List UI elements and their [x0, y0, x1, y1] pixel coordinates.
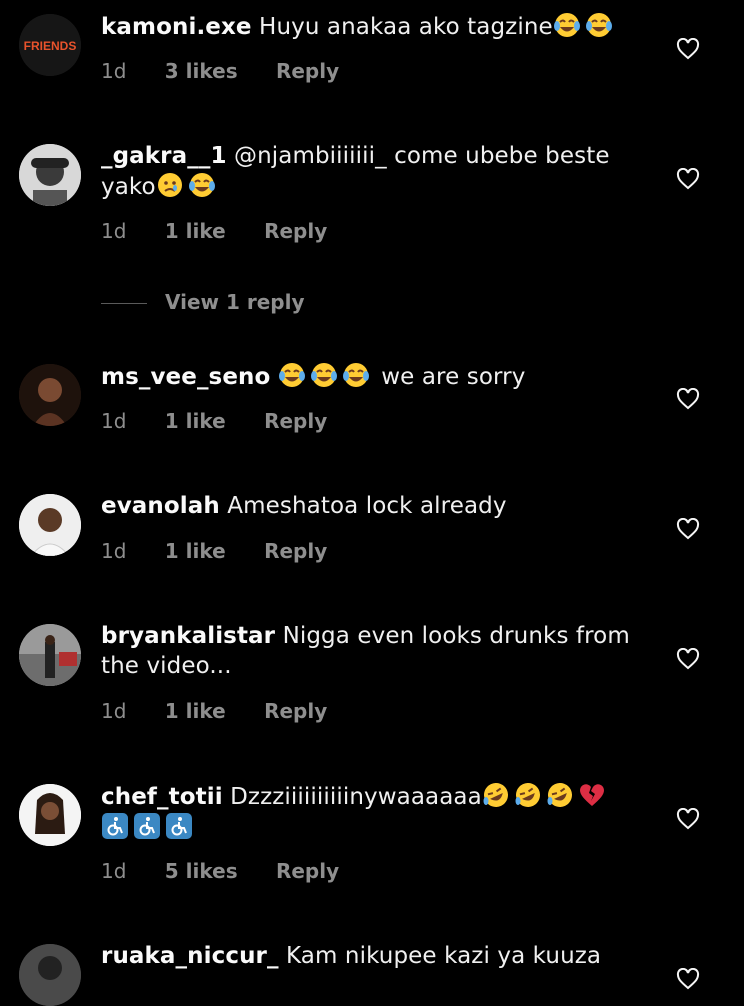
- wheelchair-emoji-icon: [165, 812, 193, 840]
- comment-text: bryankalistar Nigga even looks drunks fr…: [101, 621, 661, 681]
- like-heart-icon[interactable]: [676, 388, 700, 410]
- reply-button[interactable]: Reply: [264, 409, 327, 433]
- like-heart-icon[interactable]: [676, 808, 700, 830]
- like-heart-icon[interactable]: [676, 518, 700, 540]
- comment-meta: 1d 3 likes Reply: [101, 59, 371, 83]
- comment-text: _gakra__1 @njambiiiiiii_ come ubebe best…: [101, 141, 661, 202]
- comment-text: evanolah Ameshatoa lock already: [101, 491, 661, 521]
- comment-meta: 1d 1 like Reply: [101, 539, 359, 563]
- like-heart-icon[interactable]: [676, 968, 700, 990]
- reply-button[interactable]: Reply: [276, 859, 339, 883]
- friends-logo-icon: FRIENDS: [19, 14, 81, 76]
- laugh-cry-emoji-icon: [585, 11, 613, 39]
- laugh-cry-emoji-icon: [342, 361, 370, 389]
- likes-count[interactable]: 5 likes: [165, 859, 238, 883]
- comment-meta: 1d 5 likes Reply: [101, 859, 371, 883]
- rofl-emoji-icon: [546, 781, 574, 809]
- divider: [101, 303, 147, 304]
- view-replies-label: View 1 reply: [165, 290, 305, 314]
- comment-meta: 1d 1 like Reply: [101, 699, 359, 723]
- laugh-cry-emoji-icon: [188, 171, 216, 199]
- user-photo-icon: [19, 364, 81, 426]
- likes-count[interactable]: 1 like: [165, 699, 226, 723]
- wheelchair-emoji-icon: [133, 812, 161, 840]
- username[interactable]: chef_totii: [101, 784, 223, 810]
- comment-meta: 1d 1 like Reply: [101, 409, 359, 433]
- reply-button[interactable]: Reply: [264, 699, 327, 723]
- username[interactable]: _gakra__1: [101, 143, 227, 169]
- avatar[interactable]: [19, 494, 81, 556]
- avatar[interactable]: [19, 944, 81, 1006]
- comment-text: chef_totii Dzzziiiiiiiiiinywaaaaaa: [101, 781, 661, 843]
- user-photo-icon: [19, 494, 81, 556]
- timestamp: 1d: [101, 539, 127, 563]
- comment-body: Huyu anakaa ako tagzine: [259, 14, 553, 40]
- avatar[interactable]: [19, 624, 81, 686]
- comment-meta: 1d 1 like Reply: [101, 219, 359, 243]
- timestamp: 1d: [101, 219, 127, 243]
- timestamp: 1d: [101, 59, 127, 83]
- rofl-emoji-icon: [482, 781, 510, 809]
- comment-text: ms_vee_seno we are sorry: [101, 361, 661, 392]
- reply-button[interactable]: Reply: [276, 59, 339, 83]
- username[interactable]: ms_vee_seno: [101, 364, 270, 390]
- svg-text:FRIENDS: FRIENDS: [24, 39, 77, 53]
- like-heart-icon[interactable]: [676, 648, 700, 670]
- comment-body: Ameshatoa lock already: [227, 493, 507, 519]
- username[interactable]: ruaka_niccur_: [101, 943, 279, 969]
- comment-body: we are sorry: [381, 364, 526, 390]
- broken-heart-emoji-icon: [578, 781, 606, 809]
- avatar[interactable]: [19, 364, 81, 426]
- user-photo-icon: [19, 144, 81, 206]
- comment-body: Kam nikupee kazi ya kuuza: [286, 943, 602, 969]
- likes-count[interactable]: 3 likes: [165, 59, 238, 83]
- username[interactable]: bryankalistar: [101, 623, 275, 649]
- laugh-cry-emoji-icon: [278, 361, 306, 389]
- timestamp: 1d: [101, 699, 127, 723]
- reply-button[interactable]: Reply: [264, 219, 327, 243]
- likes-count[interactable]: 1 like: [165, 409, 226, 433]
- laugh-cry-emoji-icon: [310, 361, 338, 389]
- timestamp: 1d: [101, 859, 127, 883]
- like-heart-icon[interactable]: [676, 168, 700, 190]
- crying-emoji-icon: [156, 171, 184, 199]
- comment-text: ruaka_niccur_ Kam nikupee kazi ya kuuza: [101, 941, 661, 971]
- username[interactable]: evanolah: [101, 493, 220, 519]
- wheelchair-emoji-icon: [101, 812, 129, 840]
- user-photo-icon: [19, 784, 81, 846]
- avatar[interactable]: [19, 784, 81, 846]
- avatar[interactable]: FRIENDS: [19, 14, 81, 76]
- user-photo-icon: [19, 944, 81, 1006]
- like-heart-icon[interactable]: [676, 38, 700, 60]
- likes-count[interactable]: 1 like: [165, 539, 226, 563]
- user-photo-icon: [19, 624, 81, 686]
- view-replies-button[interactable]: View 1 reply: [101, 290, 305, 314]
- comment-text: kamoni.exe Huyu anakaa ako tagzine: [101, 11, 661, 42]
- laugh-cry-emoji-icon: [553, 11, 581, 39]
- likes-count[interactable]: 1 like: [165, 219, 226, 243]
- rofl-emoji-icon: [514, 781, 542, 809]
- avatar[interactable]: [19, 144, 81, 206]
- username[interactable]: kamoni.exe: [101, 14, 252, 40]
- timestamp: 1d: [101, 409, 127, 433]
- comment-body: Dzzziiiiiiiiiinywaaaaaa: [230, 784, 482, 810]
- reply-button[interactable]: Reply: [264, 539, 327, 563]
